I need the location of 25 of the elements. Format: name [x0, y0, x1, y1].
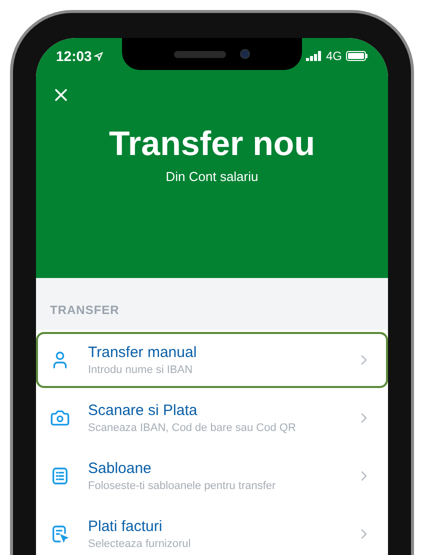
header-title: Transfer nou — [109, 124, 315, 164]
menu-item[interactable]: Sabloane Foloseste-ti sabloanele pentru transfer — [36, 448, 388, 504]
menu-item[interactable]: Scanare si Plata Scaneaza IBAN, Cod de bare sau Cod QR — [36, 390, 388, 446]
item-title: Scanare si Plata — [88, 400, 198, 420]
list-icon — [50, 466, 70, 486]
header-subtitle: Din Cont salariu — [166, 168, 258, 186]
menu-item[interactable]: Plati facturi Selecteaza furnizorul — [36, 506, 388, 555]
item-title: Sabloane — [88, 458, 152, 478]
item-subtitle: Introdu nume si IBAN — [88, 362, 194, 378]
item-subtitle: Foloseste-ti sabloanele pentru transfer — [88, 478, 277, 494]
speaker-grille — [174, 50, 226, 58]
battery-icon — [346, 51, 368, 61]
camera-icon — [50, 408, 70, 428]
network-type: 4G — [326, 48, 342, 65]
item-subtitle: Selecteaza furnizorul — [88, 536, 192, 552]
item-title: Transfer manual — [88, 342, 198, 362]
section-title: TRANSFER — [50, 302, 120, 319]
bill-icon — [50, 524, 70, 544]
camera-lens — [240, 49, 250, 59]
location-arrow-icon — [94, 52, 103, 60]
status-time: 12:03 — [56, 46, 92, 66]
item-title: Plati facturi — [88, 516, 164, 536]
signal-icon — [306, 51, 322, 61]
menu-item[interactable]: Transfer manual Introdu nume si IBAN — [36, 332, 388, 388]
item-subtitle: Scaneaza IBAN, Cod de bare sau Cod QR — [88, 420, 297, 436]
